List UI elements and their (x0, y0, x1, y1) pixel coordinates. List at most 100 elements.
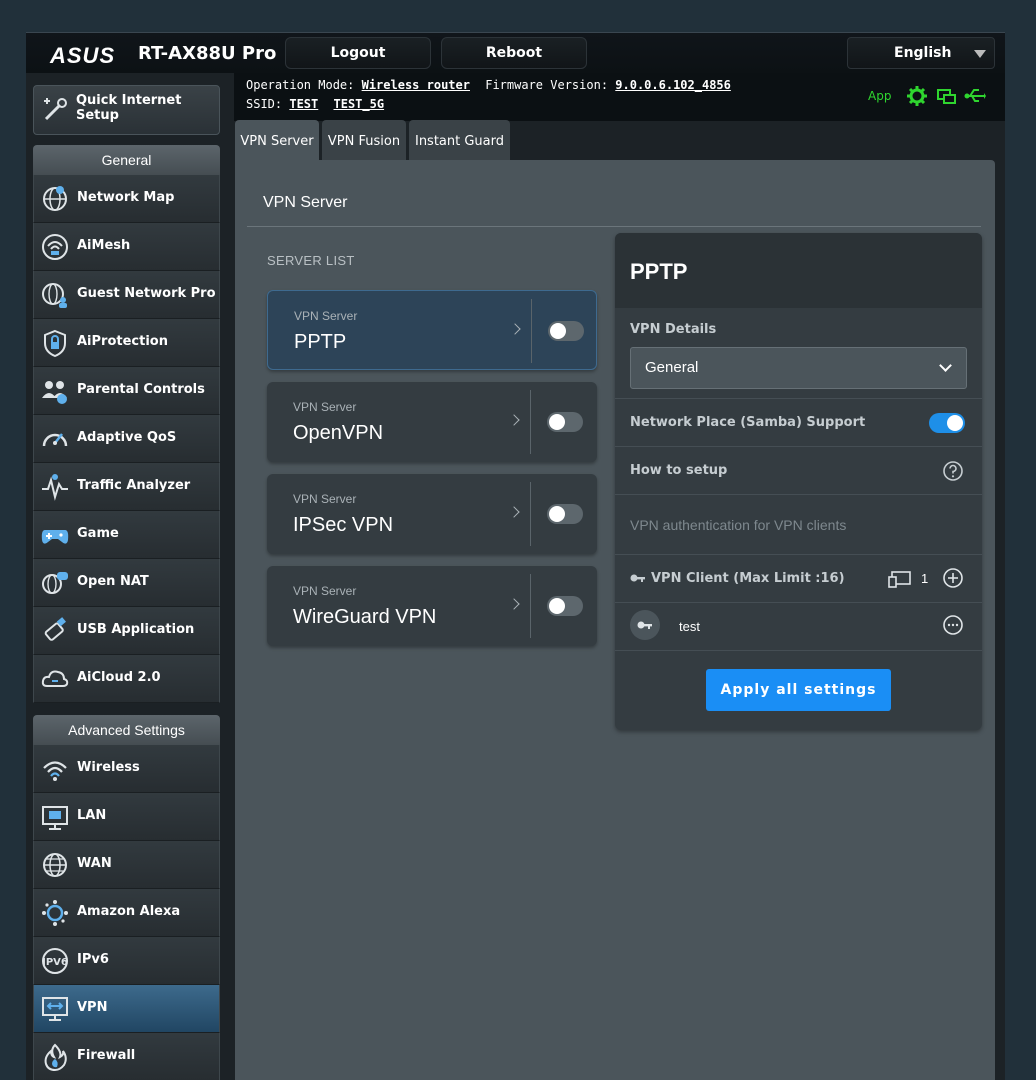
server-enable-toggle[interactable] (547, 596, 583, 616)
divider (615, 398, 982, 399)
vpn-details-select[interactable]: General (630, 347, 967, 389)
server-card-wireguard-vpn[interactable]: VPN Server WireGuard VPN (267, 566, 597, 646)
tab-vpn-fusion[interactable]: VPN Fusion (322, 120, 406, 160)
divider (615, 650, 982, 651)
sidebar-item-usb-application[interactable]: USB Application (33, 607, 220, 655)
server-card-ipsec-vpn[interactable]: VPN Server IPSec VPN (267, 474, 597, 554)
add-client-icon[interactable] (942, 567, 964, 589)
wand-icon (44, 98, 67, 121)
sidebar-item-amazon-alexa[interactable]: Amazon Alexa (33, 889, 220, 937)
pulse-icon (42, 474, 68, 501)
main-panel: VPN Server SERVER LIST VPN Server PPTP VPN… (235, 160, 995, 1080)
server-enable-toggle[interactable] (547, 412, 583, 432)
sidebar-item-label: Wireless (77, 760, 140, 775)
tab-vpn-server[interactable]: VPN Server (235, 120, 319, 160)
operation-mode-link[interactable]: Wireless router (362, 78, 470, 92)
asus-logo[interactable]: ASUS (50, 43, 115, 69)
language-select[interactable]: English (847, 37, 995, 69)
sidebar-item-network-map[interactable]: Network Map (33, 175, 220, 223)
sidebar-item-vpn[interactable]: VPN (33, 985, 220, 1033)
server-card-name: WireGuard VPN (293, 606, 437, 628)
sidebar-item-wireless[interactable]: Wireless (33, 745, 220, 793)
apply-all-settings-button[interactable]: Apply all settings (706, 669, 891, 711)
gear-icon[interactable] (906, 85, 928, 107)
sidebar-item-firewall[interactable]: Firewall (33, 1033, 220, 1080)
model-name: RT-AX88U Pro (138, 43, 277, 64)
sidebar-item-game[interactable]: Game (33, 511, 220, 559)
sidebar-item-aicloud-2-0[interactable]: AiCloud 2.0 (33, 655, 220, 703)
chevron-right-icon (508, 506, 520, 518)
sidebar-item-wan[interactable]: WAN (33, 841, 220, 889)
devices-icon[interactable] (936, 85, 958, 107)
wan-globe-icon (43, 853, 67, 877)
sidebar-item-label: WAN (77, 856, 112, 871)
app-link[interactable]: App (868, 89, 891, 103)
operation-info: Operation Mode: Wireless router Firmware… (246, 78, 739, 92)
toggle-knob (947, 415, 963, 431)
tab-instant-guard[interactable]: Instant Guard (409, 120, 510, 160)
general-menu: Network Map AiMesh Guest Network Pro AiProt… (33, 175, 220, 703)
samba-toggle[interactable] (929, 413, 965, 433)
server-card-name: OpenVPN (293, 422, 384, 444)
server-card-openvpn[interactable]: VPN Server OpenVPN (267, 382, 597, 462)
quick-setup-label: Quick Internet Setup (76, 93, 182, 123)
divider (615, 554, 982, 555)
card-divider (530, 390, 531, 454)
general-heading: General (33, 145, 220, 175)
sidebar-item-aiprotection[interactable]: AiProtection (33, 319, 220, 367)
vpn-details-label: VPN Details (630, 322, 717, 337)
advanced-menu: Wireless LAN WAN Amazon Alexa IPV6 IPv6 VPN Fir… (33, 745, 220, 1080)
sidebar-item-parental-controls[interactable]: Parental Controls (33, 367, 220, 415)
sidebar-item-label: AiCloud 2.0 (77, 670, 161, 685)
guest-network-icon (42, 283, 67, 308)
card-divider (530, 482, 531, 546)
title-divider (247, 226, 981, 227)
server-enable-toggle[interactable] (547, 504, 583, 524)
server-card-subtitle: VPN Server (293, 584, 357, 598)
sidebar-item-label: Firewall (77, 1048, 136, 1063)
lan-icon (42, 806, 68, 830)
chevron-down-icon (939, 359, 952, 372)
sidebar-item-open-nat[interactable]: Open NAT (33, 559, 220, 607)
firmware-link[interactable]: 9.0.0.6.102_4856 (615, 78, 731, 92)
sidebar-item-ipv6[interactable]: IPV6 IPv6 (33, 937, 220, 985)
ssid-link-1[interactable]: TEST (289, 97, 318, 111)
toggle-knob (549, 414, 565, 430)
family-icon (42, 381, 67, 404)
caret-down-icon (974, 50, 986, 58)
sidebar-item-label: Parental Controls (77, 382, 205, 397)
reboot-button[interactable]: Reboot (441, 37, 587, 69)
sidebar-item-label: LAN (77, 808, 107, 823)
key-icon (637, 621, 652, 629)
server-card-pptp[interactable]: VPN Server PPTP (267, 290, 597, 370)
sidebar-item-adaptive-qos[interactable]: Adaptive QoS (33, 415, 220, 463)
toggle-knob (549, 598, 565, 614)
sidebar-item-lan[interactable]: LAN (33, 793, 220, 841)
firmware-label: Firmware Version: (485, 78, 609, 92)
client-avatar (630, 610, 660, 640)
sidebar-item-aimesh[interactable]: AiMesh (33, 223, 220, 271)
ssid-link-2[interactable]: TEST_5G (334, 97, 385, 111)
divider (615, 494, 982, 495)
info-bar: Operation Mode: Wireless router Firmware… (234, 73, 1005, 121)
vpn-client-label: VPN Client (Max Limit :16) (651, 571, 845, 586)
server-card-name: PPTP (294, 331, 347, 353)
how-to-setup-label: How to setup (630, 463, 728, 478)
ssid-label: SSID: (246, 97, 283, 111)
logout-button[interactable]: Logout (285, 37, 431, 69)
quick-internet-setup-button[interactable]: Quick Internet Setup (33, 85, 220, 135)
sidebar-item-guest-network-pro[interactable]: Guest Network Pro (33, 271, 220, 319)
sidebar-item-label: Network Map (77, 190, 175, 205)
alexa-icon (42, 900, 68, 926)
select-value: General (645, 359, 699, 376)
usb-status-icon[interactable] (964, 85, 986, 107)
page-title: VPN Server (263, 194, 348, 211)
server-card-subtitle: VPN Server (294, 309, 358, 323)
server-list-label: SERVER LIST (267, 253, 355, 268)
help-icon[interactable] (942, 460, 964, 482)
more-options-icon[interactable] (942, 614, 964, 636)
sidebar-item-traffic-analyzer[interactable]: Traffic Analyzer (33, 463, 220, 511)
server-enable-toggle[interactable] (548, 321, 584, 341)
svg-text:IPV6: IPV6 (42, 957, 68, 968)
cloud-icon (41, 670, 69, 687)
